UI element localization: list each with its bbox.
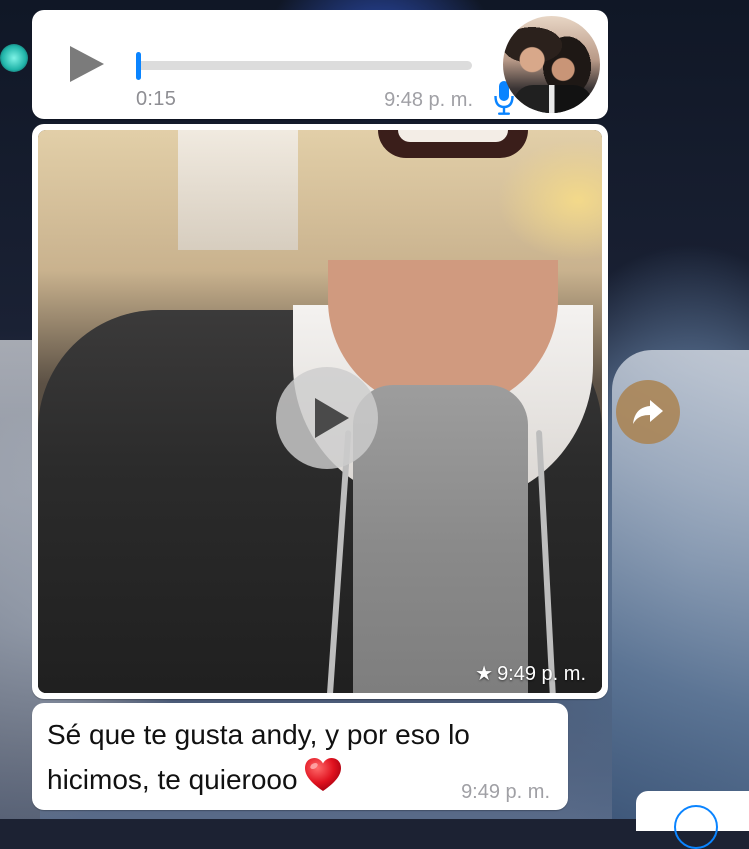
video-shirt: [353, 385, 528, 693]
circle-icon: [674, 805, 718, 849]
message-body: Sé que te gusta andy, y por eso lo hicim…: [47, 719, 470, 795]
voice-note-bubble[interactable]: 0:15 9:48 p. m.: [32, 10, 608, 119]
voice-note-progress-track[interactable]: [136, 61, 472, 70]
voice-note-duration: 0:15: [136, 88, 177, 110]
forward-share-button[interactable]: [616, 380, 680, 444]
wallpaper-light: [0, 44, 28, 72]
forward-share-icon: [633, 400, 663, 424]
voice-note-timestamp: 9:48 p. m.: [384, 89, 473, 111]
star-icon: ★: [475, 663, 494, 685]
play-icon[interactable]: [70, 46, 104, 82]
video-play-button[interactable]: [276, 367, 378, 469]
video-message-bubble[interactable]: ★ 9:49 p. m.: [32, 124, 608, 699]
next-message-bubble-partial[interactable]: [636, 791, 749, 849]
avatar-photo-detail: [513, 85, 593, 113]
play-icon: [315, 398, 349, 438]
video-wall-poster: [178, 130, 298, 250]
message-timestamp: 9:49 p. m.: [461, 781, 550, 803]
heart-emoji-icon: [304, 757, 342, 806]
video-time-text: 9:49 p. m.: [497, 663, 586, 685]
video-teeth: [398, 130, 508, 142]
voice-note-scrubber-handle[interactable]: [136, 52, 141, 80]
text-message-bubble[interactable]: Sé que te gusta andy, y por eso lo hicim…: [32, 703, 568, 810]
video-timestamp: ★ 9:49 p. m.: [475, 661, 586, 686]
sender-avatar[interactable]: [503, 16, 600, 113]
video-thumbnail[interactable]: ★ 9:49 p. m.: [38, 130, 602, 693]
